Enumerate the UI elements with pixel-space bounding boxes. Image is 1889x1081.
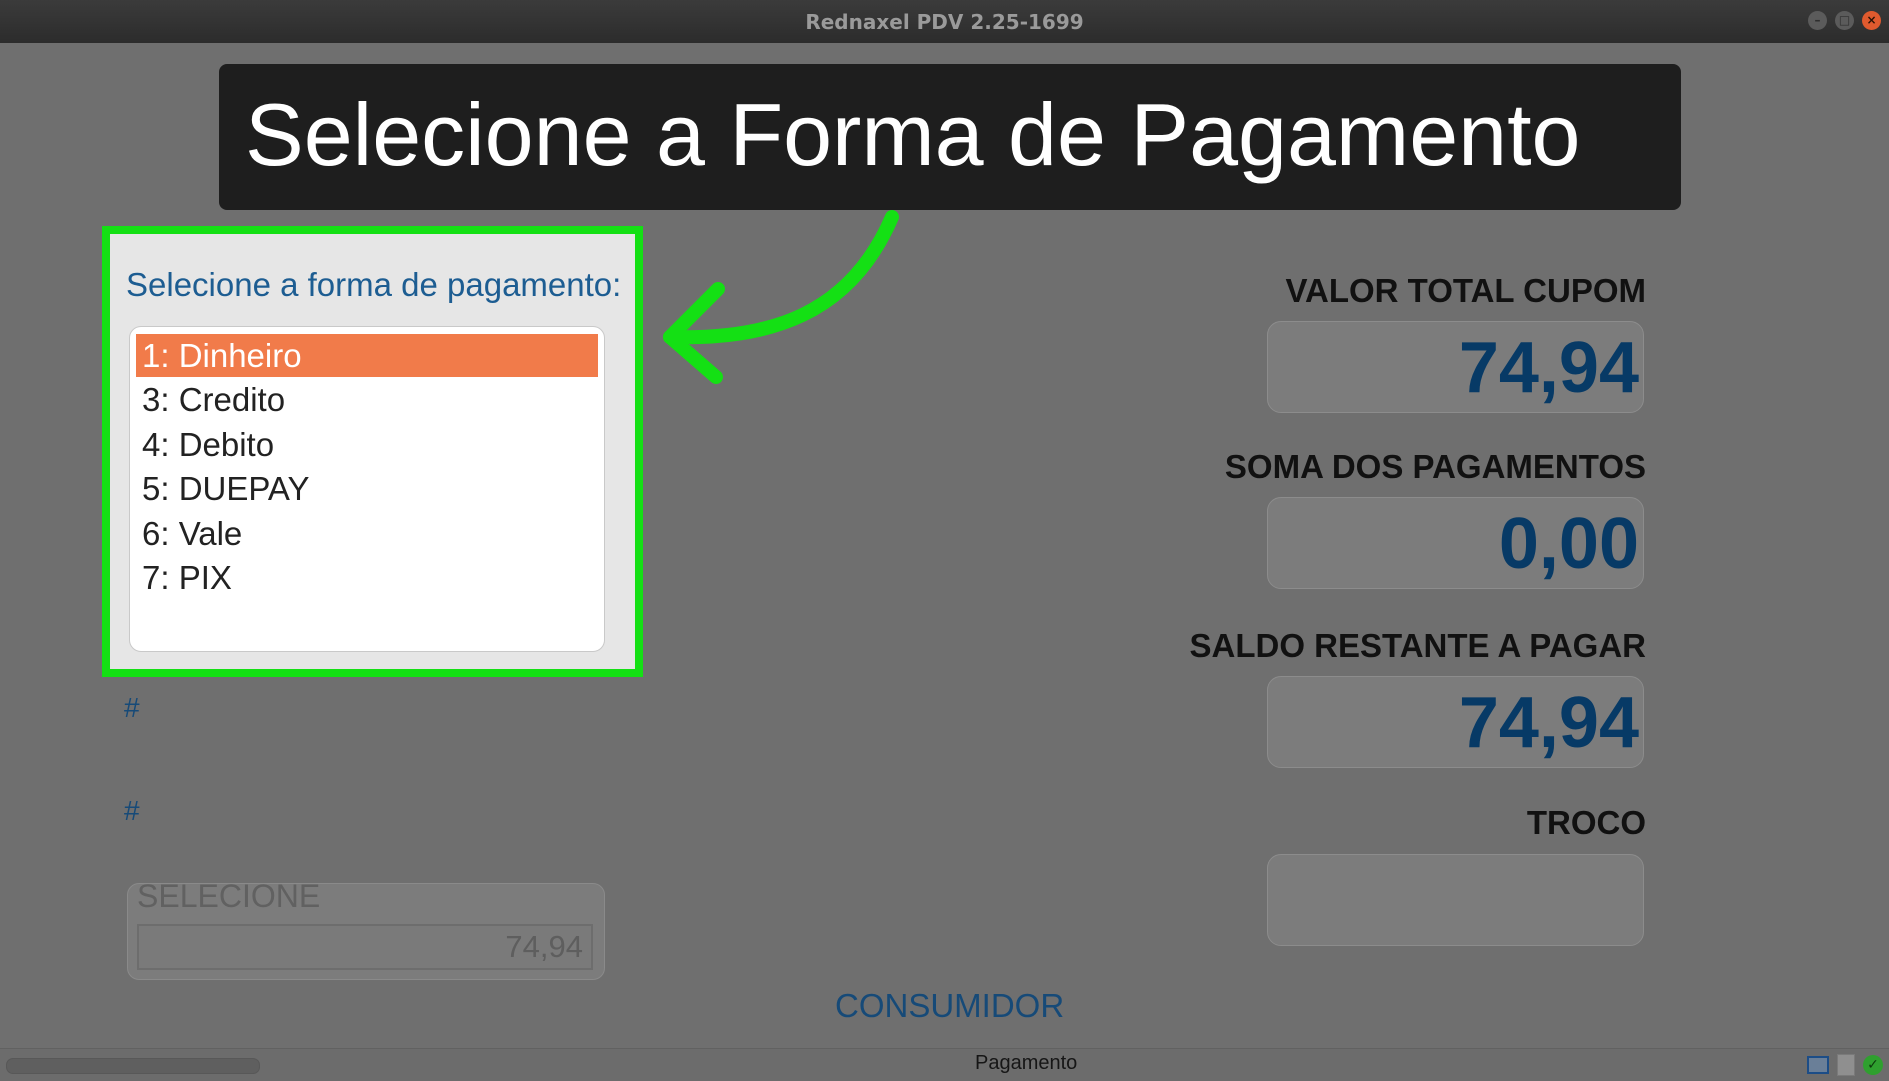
troco-box (1267, 854, 1644, 946)
check-icon[interactable]: ✓ (1863, 1055, 1883, 1075)
payment-method-list[interactable]: 1: Dinheiro 3: Credito 4: Debito 5: DUEP… (129, 326, 605, 652)
title-bar: Rednaxel PDV 2.25-1699 – □ × (0, 0, 1889, 43)
window-icon[interactable] (1807, 1056, 1829, 1074)
saldo-restante-value: 74,94 (1458, 683, 1639, 763)
status-text: Pagamento (975, 1052, 1078, 1074)
soma-pagamentos-label: SOMA DOS PAGAMENTOS (1224, 448, 1646, 485)
window-title: Rednaxel PDV 2.25-1699 (805, 9, 1084, 34)
close-icon[interactable]: × (1862, 11, 1881, 30)
payment-method-panel: Selecione a forma de pagamento: 1: Dinhe… (102, 226, 643, 677)
hash-field-2: # (124, 795, 140, 826)
payment-option-debito[interactable]: 4: Debito (136, 423, 598, 466)
payment-option-duepay[interactable]: 5: DUEPAY (136, 467, 598, 510)
banner-text: Selecione a Forma de Pagamento (245, 85, 1581, 184)
minimize-icon[interactable]: – (1808, 11, 1827, 30)
selecione-panel: SELECIONE 74,94 (127, 878, 605, 980)
progress-bar (6, 1058, 260, 1074)
payment-option-dinheiro[interactable]: 1: Dinheiro (136, 334, 598, 377)
valor-total-box: 74,94 (1267, 321, 1644, 413)
pointer-arrow-icon (663, 210, 899, 384)
saldo-restante-box: 74,94 (1267, 676, 1644, 768)
payment-option-pix[interactable]: 7: PIX (136, 556, 598, 599)
payment-option-credito[interactable]: 3: Credito (136, 378, 598, 421)
soma-pagamentos-value: 0,00 (1498, 504, 1639, 584)
payment-method-label: Selecione a forma de pagamento: (126, 266, 622, 303)
instruction-banner: Selecione a Forma de Pagamento (219, 64, 1681, 210)
hash-field-1: # (124, 692, 140, 723)
valor-total-value: 74,94 (1458, 328, 1639, 408)
soma-pagamentos-box: 0,00 (1267, 497, 1644, 589)
saldo-restante-label: SALDO RESTANTE A PAGAR (1189, 627, 1646, 664)
consumidor-label[interactable]: CONSUMIDOR (835, 987, 1064, 1025)
window-controls: – □ × (1808, 11, 1881, 30)
amount-input[interactable]: 74,94 (137, 924, 593, 970)
status-bar: Pagamento ✓ (0, 1048, 1889, 1081)
document-icon[interactable] (1837, 1054, 1855, 1076)
valor-total-label: VALOR TOTAL CUPOM (1285, 272, 1646, 309)
status-icons: ✓ (1807, 1054, 1883, 1076)
troco-label: TROCO (1526, 804, 1646, 841)
selecione-title: SELECIONE (137, 878, 321, 914)
payment-option-vale[interactable]: 6: Vale (136, 512, 598, 555)
maximize-icon[interactable]: □ (1835, 11, 1854, 30)
